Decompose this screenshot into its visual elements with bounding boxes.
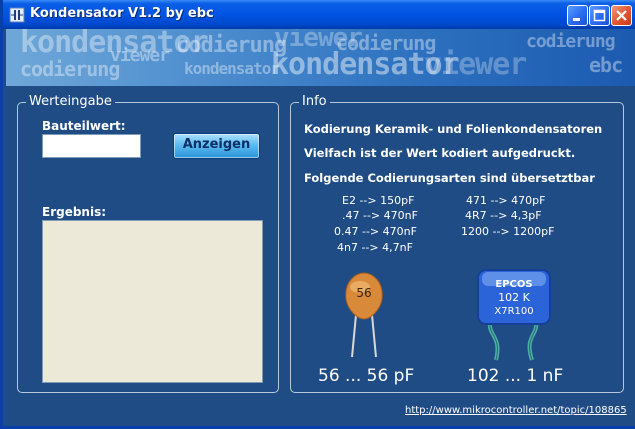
ceramic-code-text: 56: [356, 286, 371, 300]
capacitor-app-icon: [9, 7, 25, 23]
minimize-icon: [573, 18, 580, 21]
film-brand-text: EPCOS: [495, 279, 532, 290]
example-code: 4R7 --> 4,3pF: [465, 209, 542, 222]
film-type-text: X7R100: [494, 306, 533, 317]
banner-word: viewer: [110, 45, 170, 66]
result-label: Ergebnis:: [42, 205, 107, 219]
close-icon: [616, 10, 627, 21]
film-caption: 102 ... 1 nF: [467, 366, 564, 386]
example-code: 1200 --> 1200pF: [461, 225, 555, 238]
banner-word: codierung: [526, 31, 616, 52]
show-button[interactable]: Anzeigen: [173, 133, 260, 159]
banner-word: kondensator: [184, 59, 280, 78]
client-area: Werteingabe Bauteilwert: Anzeigen Ergebn…: [6, 86, 635, 426]
app-window: Kondensator V1.2 by ebc kondensator codi…: [0, 0, 635, 429]
bauteilwert-input[interactable]: [42, 134, 141, 158]
info-line-2: Vielfach ist der Wert kodiert aufgedruck…: [304, 146, 576, 160]
example-code: .47 --> 470nF: [342, 209, 418, 222]
film-capacitor-illustration: EPCOS 102 K X7R100: [477, 269, 551, 361]
bauteilwert-label: Bauteilwert:: [42, 119, 126, 133]
forum-link[interactable]: http://www.mikrocontroller.net/topic/108…: [405, 405, 627, 416]
ceramic-caption: 56 ... 56 pF: [318, 366, 415, 386]
input-group-legend: Werteingabe: [26, 94, 115, 109]
close-button[interactable]: [611, 5, 632, 26]
example-code: 4n7 --> 4,7nF: [337, 241, 413, 254]
title-bar[interactable]: Kondensator V1.2 by ebc: [3, 0, 635, 29]
result-box[interactable]: [42, 220, 263, 383]
banner-word: viewer: [424, 47, 527, 82]
banner-word: ebc: [589, 53, 623, 77]
info-group-legend: Info: [299, 94, 330, 109]
banner-word: codierung: [20, 57, 120, 81]
example-code: 0.47 --> 470nF: [334, 225, 417, 238]
banner-word: codierung: [176, 33, 287, 58]
window-title: Kondensator V1.2 by ebc: [30, 6, 214, 21]
maximize-button[interactable]: [589, 5, 610, 26]
info-line-1: Kodierung Keramik- und Folienkondensator…: [304, 122, 603, 136]
banner: kondensator codierung viewer codierung k…: [6, 29, 635, 86]
maximize-icon: [593, 9, 606, 22]
example-code: E2 --> 150pF: [342, 194, 415, 207]
info-line-3: Folgende Codierungsarten sind übersetztb…: [304, 171, 595, 185]
example-code: 471 --> 470pF: [466, 194, 546, 207]
film-code-text: 102 K: [498, 291, 530, 304]
minimize-button[interactable]: [567, 5, 588, 26]
ceramic-capacitor-illustration: 56: [345, 272, 383, 358]
